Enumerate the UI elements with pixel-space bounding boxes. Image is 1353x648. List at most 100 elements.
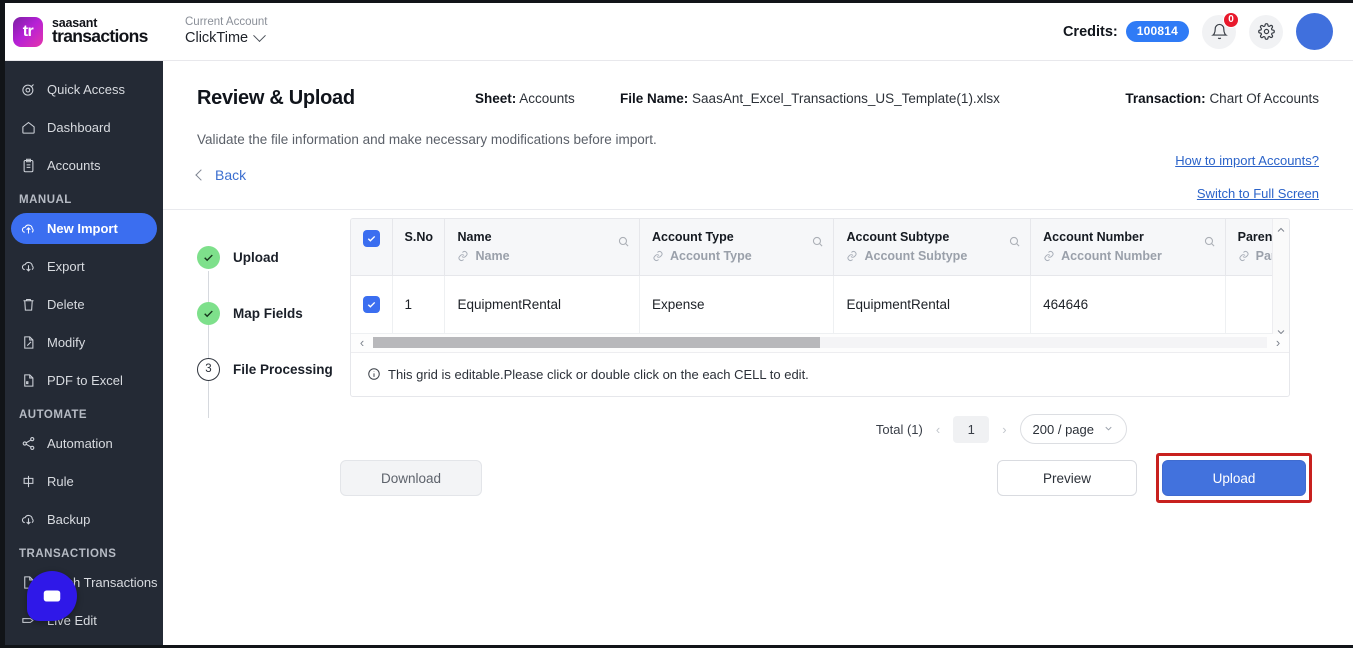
sidebar-item-label: Automation <box>47 436 113 451</box>
column-header-account-number[interactable]: Account Number Account Number <box>1030 219 1226 276</box>
clipboard-icon <box>21 158 36 173</box>
sidebar-section-manual: MANUAL <box>19 194 72 206</box>
column-header-account-type[interactable]: Account Type Account Type <box>639 219 835 276</box>
settings-button[interactable] <box>1249 14 1283 49</box>
scroll-left-icon[interactable]: ‹ <box>351 335 373 350</box>
notifications-button[interactable]: 0 <box>1202 11 1239 49</box>
transaction-label: Transaction: <box>1125 91 1206 106</box>
step-status-icon-upload <box>197 245 220 269</box>
support-chat-button[interactable] <box>27 571 77 621</box>
credits-display: Credits: 100814 <box>1063 21 1189 42</box>
link-icon <box>653 251 663 261</box>
chevron-down-icon <box>1103 422 1114 437</box>
brand-text: saasant transactions <box>52 16 148 47</box>
page-size-value: 200 / page <box>1032 421 1094 437</box>
main-content: Review & Upload Sheet: Accounts File Nam… <box>163 61 1353 645</box>
row-checkbox[interactable] <box>363 295 380 313</box>
sidebar-item-modify[interactable]: Modify <box>11 327 157 358</box>
current-account-row[interactable]: ClickTime <box>185 29 267 47</box>
grid-scroll-region[interactable]: S.No Name Name Account Type Account Type… <box>351 219 1289 334</box>
step-map-fields[interactable]: Map Fields <box>197 301 357 325</box>
total-count-label: Total (1) <box>875 421 923 437</box>
row-select-cell[interactable] <box>351 275 393 334</box>
current-page-button[interactable]: 1 <box>953 415 990 443</box>
hscroll-thumb[interactable] <box>373 337 820 348</box>
credits-value-badge: 100814 <box>1125 21 1189 42</box>
brand-logo[interactable]: tr saasant transactions <box>5 16 163 47</box>
column-title: S.No <box>404 230 434 244</box>
cell-account-number[interactable]: 464646 <box>1030 275 1226 334</box>
user-avatar[interactable] <box>1296 13 1333 50</box>
back-link[interactable]: Back <box>195 167 246 183</box>
upload-cloud-icon <box>21 221 36 236</box>
transaction-meta: Transaction: Chart Of Accounts <box>1125 91 1319 106</box>
column-mapping: Account Type <box>652 249 822 263</box>
pdf-file-icon <box>21 373 36 388</box>
column-mapping: Name <box>457 249 627 263</box>
chevron-up-icon[interactable] <box>1275 224 1287 236</box>
check-icon <box>367 301 376 308</box>
column-header-sno[interactable]: S.No <box>392 219 446 276</box>
sidebar-item-accounts[interactable]: Accounts <box>11 150 157 181</box>
cell-account-subtype[interactable]: EquipmentRental <box>833 275 1032 334</box>
preview-button[interactable]: Preview <box>997 460 1137 496</box>
credits-label: Credits: <box>1062 23 1118 40</box>
column-search-icon[interactable] <box>1203 235 1216 253</box>
sidebar-item-new-import[interactable]: New Import <box>11 213 157 244</box>
column-title: Account Type <box>651 230 734 244</box>
scroll-right-icon[interactable]: › <box>1267 335 1289 350</box>
select-all-checkbox[interactable] <box>363 230 380 247</box>
sidebar-item-delete[interactable]: Delete <box>11 289 157 320</box>
column-search-icon[interactable] <box>1008 235 1021 253</box>
sidebar-item-automation[interactable]: Automation <box>11 428 157 459</box>
table-row[interactable]: 1 EquipmentRental Expense EquipmentRenta… <box>351 275 1289 334</box>
switch-full-screen-link[interactable]: Switch to Full Screen <box>1197 186 1319 201</box>
file-name-value: SaasAnt_Excel_Transactions_US_Template(1… <box>692 91 1000 106</box>
sidebar-item-quick-access[interactable]: Quick Access <box>11 74 157 105</box>
how-to-import-link[interactable]: How to import Accounts? <box>1175 153 1319 168</box>
sidebar-item-label: PDF to Excel <box>47 373 123 388</box>
top-bar: tr saasant transactions Current Account … <box>5 3 1353 61</box>
column-search-icon[interactable] <box>617 235 630 253</box>
page-size-select[interactable]: 200 / page <box>1019 414 1127 444</box>
search-icon <box>618 236 629 247</box>
cell-sno[interactable]: 1 <box>392 275 446 334</box>
step-label: Map Fields <box>233 305 303 321</box>
rule-icon <box>21 474 36 489</box>
column-title: Account Number <box>1043 230 1144 244</box>
file-name-label: File Name: <box>620 91 689 106</box>
download-button[interactable]: Download <box>340 460 482 496</box>
search-icon <box>1010 236 1020 247</box>
sidebar-item-pdf-to-excel[interactable]: PDF to Excel <box>11 365 157 396</box>
chevron-down-icon[interactable] <box>1275 326 1287 334</box>
column-header-account-subtype[interactable]: Account Subtype Account Subtype <box>833 219 1032 276</box>
column-header-name[interactable]: Name Name <box>444 219 640 276</box>
current-account-label: Current Account <box>185 16 268 29</box>
step-file-processing[interactable]: 3 File Processing <box>197 357 357 381</box>
grid-horizontal-scrollbar[interactable]: ‹ › <box>351 333 1289 353</box>
grid-vertical-scrollbar[interactable] <box>1272 219 1289 334</box>
current-account-selector[interactable]: Current Account ClickTime <box>185 16 267 47</box>
top-bar-actions: Credits: 100814 0 <box>1063 11 1353 50</box>
grid-table: S.No Name Name Account Type Account Type… <box>351 219 1289 334</box>
step-connector <box>208 271 210 418</box>
sidebar-item-label: Rule <box>47 474 74 489</box>
prev-page-button[interactable]: ‹ <box>934 422 942 437</box>
sidebar-section-automate: AUTOMATE <box>19 409 88 421</box>
step-upload[interactable]: Upload <box>197 245 357 418</box>
search-icon <box>1204 236 1215 247</box>
next-page-button[interactable]: › <box>1000 422 1008 437</box>
sidebar-item-dashboard[interactable]: Dashboard <box>11 112 157 143</box>
cell-account-type[interactable]: Expense <box>639 275 835 334</box>
hscroll-track[interactable] <box>373 337 1267 348</box>
sidebar-item-rule[interactable]: Rule <box>11 466 157 497</box>
cell-name[interactable]: EquipmentRental <box>444 275 640 334</box>
column-search-icon[interactable] <box>811 235 824 253</box>
grid-edit-note: This grid is editable.Please click or do… <box>351 353 1289 396</box>
column-mapping: Account Subtype <box>846 249 1018 263</box>
page-header: Review & Upload Sheet: Accounts File Nam… <box>163 61 1353 209</box>
grid-header-row: S.No Name Name Account Type Account Type… <box>351 219 1289 276</box>
select-all-header[interactable] <box>351 219 393 276</box>
sidebar-item-export[interactable]: Export <box>11 251 157 282</box>
sidebar-item-backup[interactable]: Backup <box>11 504 157 535</box>
